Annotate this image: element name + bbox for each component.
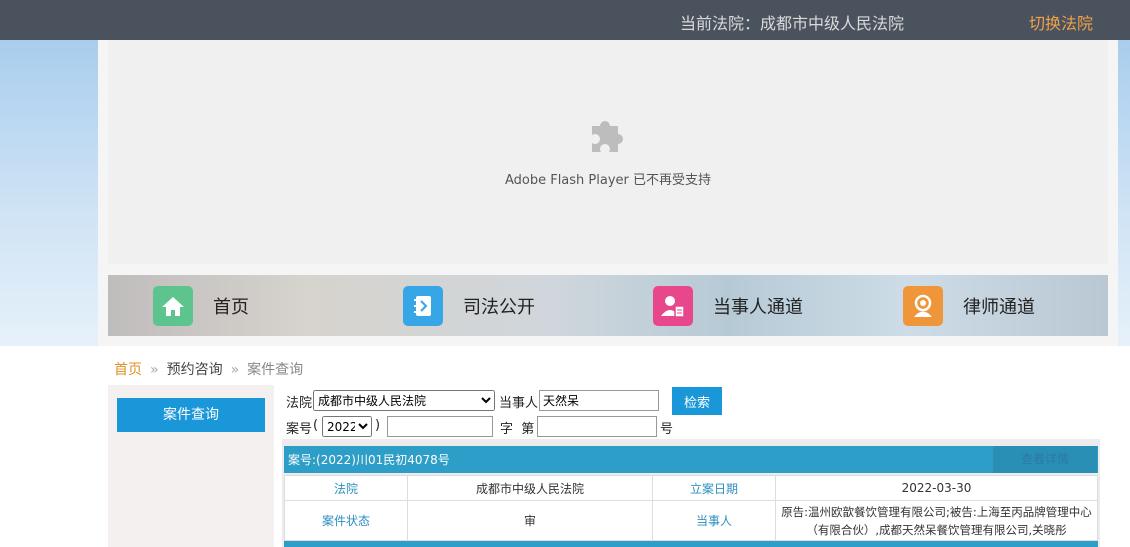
breadcrumb-appointment[interactable]: 预约咨询 xyxy=(167,362,223,378)
flash-placeholder[interactable]: Adobe Flash Player 已不再受支持 xyxy=(108,40,1108,264)
table-value: 原告:温州欧歆餐饮管理有限公司;被告:上海至丙品牌管理中心（有限合伙）,成都天然… xyxy=(775,500,1098,541)
table-value: 审 xyxy=(407,500,653,541)
table-row: 案件状态 审 当事人 原告:温州欧歆餐饮管理有限公司;被告:上海至丙品牌管理中心… xyxy=(284,500,1098,541)
court-label: 法院 xyxy=(286,396,313,411)
puzzle-piece-icon xyxy=(592,121,623,152)
search-button[interactable]: 检索 xyxy=(672,387,722,415)
case-no-label: 案号 xyxy=(286,422,313,437)
result-footer-bar xyxy=(284,541,1098,547)
top-bar: 当前法院：成都市中级人民法院 切换法院 xyxy=(0,0,1130,40)
hao-label: 号 xyxy=(660,422,674,437)
flash-message: Adobe Flash Player 已不再受支持 xyxy=(504,173,712,188)
sidebar-item-case-query[interactable]: 案件查询 xyxy=(117,398,265,432)
breadcrumb-current: 案件查询 xyxy=(247,362,304,378)
person-document-icon xyxy=(653,285,693,326)
table-key: 案件状态 xyxy=(284,500,408,541)
current-court-label: 当前法院：成都市中级人民法院 xyxy=(679,14,904,33)
result-case-number: 案号:(2022)川01民初4078号 xyxy=(288,453,450,467)
table-key: 立案日期 xyxy=(652,475,776,501)
nav-item-judicial-open[interactable]: 司法公开 xyxy=(403,275,535,336)
nav-label-judicial-open: 司法公开 xyxy=(463,296,535,318)
notebook-icon xyxy=(403,285,443,326)
breadcrumb-separator: » xyxy=(230,362,240,378)
court-select[interactable]: 成都市中级人民法院 xyxy=(313,390,495,411)
breadcrumb: 首页 » 预约咨询 » 案件查询 xyxy=(114,359,303,379)
home-icon xyxy=(153,285,193,326)
result-table: 法院 成都市中级人民法院 立案日期 2022-03-30 案件状态 审 当事人 … xyxy=(284,475,1098,541)
nav-item-lawyer-channel[interactable]: 律师通道 xyxy=(903,275,1035,336)
zi-di-label: 字 第 xyxy=(500,422,535,437)
table-key: 当事人 xyxy=(652,500,776,541)
breadcrumb-home[interactable]: 首页 xyxy=(114,362,142,378)
table-key: 法院 xyxy=(284,475,408,501)
party-input[interactable] xyxy=(539,390,659,411)
table-value: 成都市中级人民法院 xyxy=(407,475,653,501)
nav-label-home: 首页 xyxy=(213,296,249,318)
table-row: 法院 成都市中级人民法院 立案日期 2022-03-30 xyxy=(284,475,1098,501)
switch-court-link[interactable]: 切换法院 xyxy=(1029,10,1093,34)
nav-item-home[interactable]: 首页 xyxy=(153,275,249,336)
nav-item-party-channel[interactable]: 当事人通道 xyxy=(653,275,803,336)
lawyer-icon xyxy=(903,285,943,326)
nav-label-party-channel: 当事人通道 xyxy=(713,296,803,318)
party-label: 当事人 xyxy=(499,396,539,411)
year-select[interactable]: 2022 xyxy=(322,416,372,437)
breadcrumb-separator: » xyxy=(150,362,159,378)
nav-bar: 首页 司法公开 当事人通道 律师通道 xyxy=(108,275,1108,336)
nav-label-lawyer-channel: 律师通道 xyxy=(963,296,1035,318)
view-detail-button[interactable]: 查看详情 xyxy=(993,446,1097,473)
case-word-input[interactable] xyxy=(387,416,493,437)
paren-open: ( xyxy=(313,418,319,433)
case-number-input[interactable] xyxy=(537,416,657,437)
table-value: 2022-03-30 xyxy=(775,475,1098,501)
paren-close: ) xyxy=(375,418,381,433)
